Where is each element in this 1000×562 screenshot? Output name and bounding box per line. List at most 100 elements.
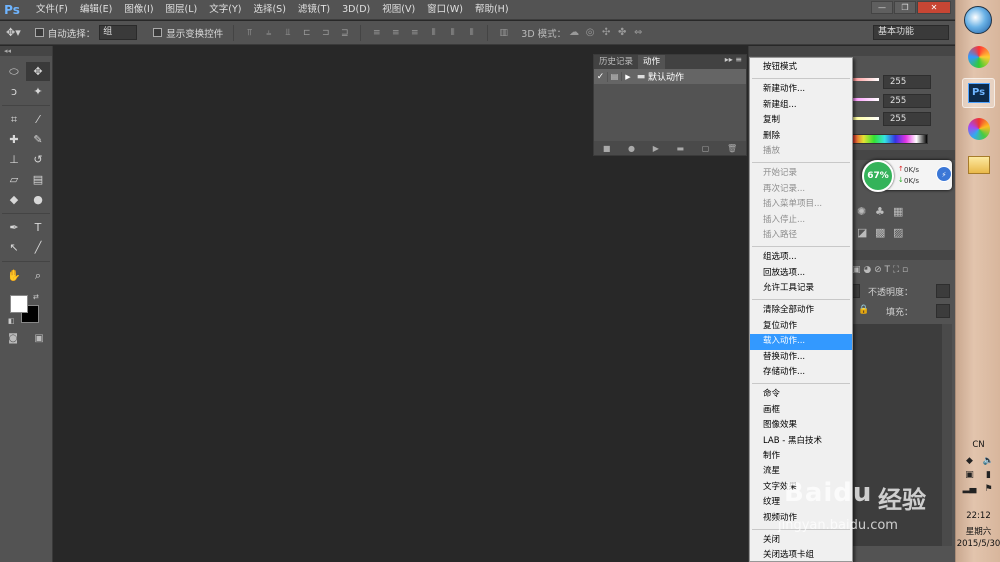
stop-icon[interactable]: ■ bbox=[603, 144, 611, 153]
green-slider[interactable] bbox=[853, 98, 879, 101]
flyout-menu-item[interactable]: 删除 bbox=[750, 129, 852, 144]
show-transform-checkbox[interactable] bbox=[153, 28, 163, 37]
zoom-tool-icon[interactable]: ⌕ bbox=[26, 266, 50, 285]
auto-select-checkbox[interactable] bbox=[34, 28, 44, 37]
magic-wand-tool-icon[interactable]: ✦ bbox=[26, 82, 50, 101]
flyout-menu-item[interactable]: LAB - 黑白技术 bbox=[750, 434, 852, 449]
default-colors-icon[interactable]: ◧ bbox=[8, 317, 15, 325]
red-value[interactable]: 255 bbox=[883, 75, 931, 89]
adjustment-map-icon[interactable]: ▩ bbox=[875, 226, 885, 239]
flyout-menu-item[interactable]: 制作 bbox=[750, 449, 852, 464]
healing-brush-tool-icon[interactable]: ✚ bbox=[2, 130, 26, 149]
flyout-menu-item[interactable]: 纹理 bbox=[750, 495, 852, 510]
auto-select-dropdown[interactable]: 组 bbox=[99, 25, 138, 40]
history-brush-tool-icon[interactable]: ↺ bbox=[26, 150, 50, 169]
eraser-tool-icon[interactable]: ▱ bbox=[2, 170, 26, 189]
clock-time[interactable]: 22:12 bbox=[956, 511, 1000, 521]
distribute-left-icon[interactable]: ⦀ bbox=[424, 28, 443, 38]
green-value[interactable]: 255 bbox=[883, 94, 931, 108]
new-action-icon[interactable]: ▢ bbox=[702, 144, 710, 153]
menu-item[interactable]: 文字(Y) bbox=[203, 0, 247, 20]
fill-field[interactable] bbox=[936, 304, 950, 318]
taskbar-app-icon[interactable] bbox=[962, 114, 995, 144]
clock-date[interactable]: 2015/5/30 bbox=[956, 539, 1000, 549]
flyout-menu-item[interactable]: 视频动作 bbox=[750, 511, 852, 526]
flyout-menu-item[interactable]: 画框 bbox=[750, 403, 852, 418]
flyout-menu-item[interactable]: 组选项... bbox=[750, 250, 852, 265]
flyout-menu-item[interactable]: 载入动作... bbox=[750, 334, 852, 350]
red-slider[interactable] bbox=[853, 78, 879, 81]
3d-scale-icon[interactable]: ⇔ bbox=[630, 27, 646, 38]
panel-menu-icon[interactable]: ▸▸ ≡ bbox=[725, 55, 742, 64]
flyout-menu-item[interactable]: 流星 bbox=[750, 464, 852, 479]
flyout-menu-item[interactable]: 按钮模式 bbox=[750, 60, 852, 75]
flyout-menu-item[interactable]: 命令 bbox=[750, 387, 852, 402]
action-set-row[interactable]: ✓ ▤ ▶ ▬ 默认动作 bbox=[594, 69, 746, 84]
new-set-icon[interactable]: ▬ bbox=[677, 144, 685, 153]
adjustment-map2-icon[interactable]: ▨ bbox=[893, 226, 903, 239]
clone-stamp-tool-icon[interactable]: ⊥ bbox=[2, 150, 26, 169]
swap-colors-icon[interactable]: ⇄ bbox=[33, 293, 39, 301]
accelerate-ball-icon[interactable]: ⚡ bbox=[936, 166, 952, 182]
align-left-icon[interactable]: ⊏ bbox=[297, 28, 316, 38]
distribute-vcenter-icon[interactable]: ≡ bbox=[386, 28, 405, 38]
minimize-button[interactable]: — bbox=[871, 1, 893, 14]
blur-tool-icon[interactable]: ◆ bbox=[2, 190, 26, 209]
flyout-menu-item[interactable]: 关闭选项卡组 bbox=[750, 548, 852, 562]
align-bottom-icon[interactable]: ⫫ bbox=[278, 28, 297, 38]
filter-pixel-icon[interactable]: ▣ ◕ ⊘ T ⛶ ▫ bbox=[852, 265, 908, 275]
tray-app-icon[interactable]: ▣ bbox=[960, 470, 979, 480]
screen-mode-icon[interactable]: ▣ bbox=[34, 333, 43, 344]
type-tool-icon[interactable]: T bbox=[26, 218, 50, 237]
menu-item[interactable]: 图层(L) bbox=[160, 0, 204, 20]
distribute-top-icon[interactable]: ≡ bbox=[367, 28, 386, 38]
workspace-dropdown[interactable]: 基本功能 bbox=[873, 25, 949, 40]
expand-arrow-icon[interactable]: ▶ bbox=[622, 73, 634, 81]
blue-value[interactable]: 255 bbox=[883, 112, 931, 126]
start-button[interactable] bbox=[964, 6, 992, 34]
restore-button[interactable]: ❐ bbox=[894, 1, 916, 14]
adjustment-brightness-icon[interactable]: ✺ bbox=[857, 205, 866, 218]
menu-item[interactable]: 图像(I) bbox=[118, 0, 159, 20]
flyout-menu-item[interactable]: 替换动作... bbox=[750, 350, 852, 365]
battery-icon[interactable]: ▮ bbox=[979, 470, 998, 480]
blue-slider[interactable] bbox=[853, 117, 879, 120]
distribute-bottom-icon[interactable]: ≡ bbox=[405, 28, 424, 38]
distribute-hcenter-icon[interactable]: ⦀ bbox=[443, 28, 462, 38]
flyout-menu-item[interactable]: 图像效果 bbox=[750, 418, 852, 433]
3d-roll-icon[interactable]: ◎ bbox=[582, 27, 598, 38]
align-top-icon[interactable]: ⫪ bbox=[240, 28, 259, 38]
line-tool-icon[interactable]: ╱ bbox=[26, 238, 50, 257]
play-icon[interactable]: ▶ bbox=[653, 144, 659, 153]
quick-mask-icon[interactable]: ◙ bbox=[8, 333, 18, 344]
blend-mode-dropdown[interactable] bbox=[852, 284, 860, 298]
move-tool-preset-icon[interactable]: ✥▾ bbox=[0, 26, 27, 39]
flyout-menu-item[interactable]: 新建组... bbox=[750, 98, 852, 113]
flyout-menu-item[interactable]: 回放选项... bbox=[750, 266, 852, 281]
close-button[interactable]: ✕ bbox=[917, 1, 951, 14]
toggle-item-checkmark-icon[interactable]: ✓ bbox=[594, 71, 608, 82]
flyout-menu-item[interactable]: 新建动作... bbox=[750, 82, 852, 97]
menu-item[interactable]: 编辑(E) bbox=[74, 0, 118, 20]
adjustment-mask-icon[interactable]: ◪ bbox=[857, 226, 867, 239]
network-speed-widget[interactable]: 67% ↑ 0K/s ↓ 0K/s ⚡ bbox=[862, 160, 952, 192]
eyedropper-tool-icon[interactable]: ⁄ bbox=[26, 110, 50, 129]
flyout-menu-item[interactable]: 文字效果 bbox=[750, 480, 852, 495]
3d-slide-icon[interactable]: ✤ bbox=[614, 27, 630, 38]
align-hcenter-icon[interactable]: ⊐ bbox=[316, 28, 335, 38]
flyout-menu-item[interactable]: 清除全部动作 bbox=[750, 303, 852, 318]
3d-rotate-icon[interactable]: ☁ bbox=[566, 27, 582, 38]
align-right-icon[interactable]: ⊒ bbox=[335, 28, 354, 38]
taskbar-app-icon[interactable] bbox=[962, 42, 995, 72]
hand-tool-icon[interactable]: ✋ bbox=[2, 266, 26, 285]
flyout-menu-item[interactable]: 复制 bbox=[750, 113, 852, 128]
flyout-menu-item[interactable]: 复位动作 bbox=[750, 319, 852, 334]
tray-app-icon[interactable]: ◆ bbox=[960, 456, 979, 466]
lasso-tool-icon[interactable]: ↄ bbox=[2, 82, 26, 101]
move-tool-icon[interactable]: ✥ bbox=[26, 62, 50, 81]
color-spectrum[interactable] bbox=[852, 134, 928, 144]
delete-icon[interactable]: 🗑 bbox=[727, 144, 737, 153]
foreground-color-swatch[interactable] bbox=[10, 295, 28, 313]
tab-actions[interactable]: 动作 bbox=[638, 55, 666, 69]
crop-tool-icon[interactable]: ⌗ bbox=[2, 110, 26, 129]
